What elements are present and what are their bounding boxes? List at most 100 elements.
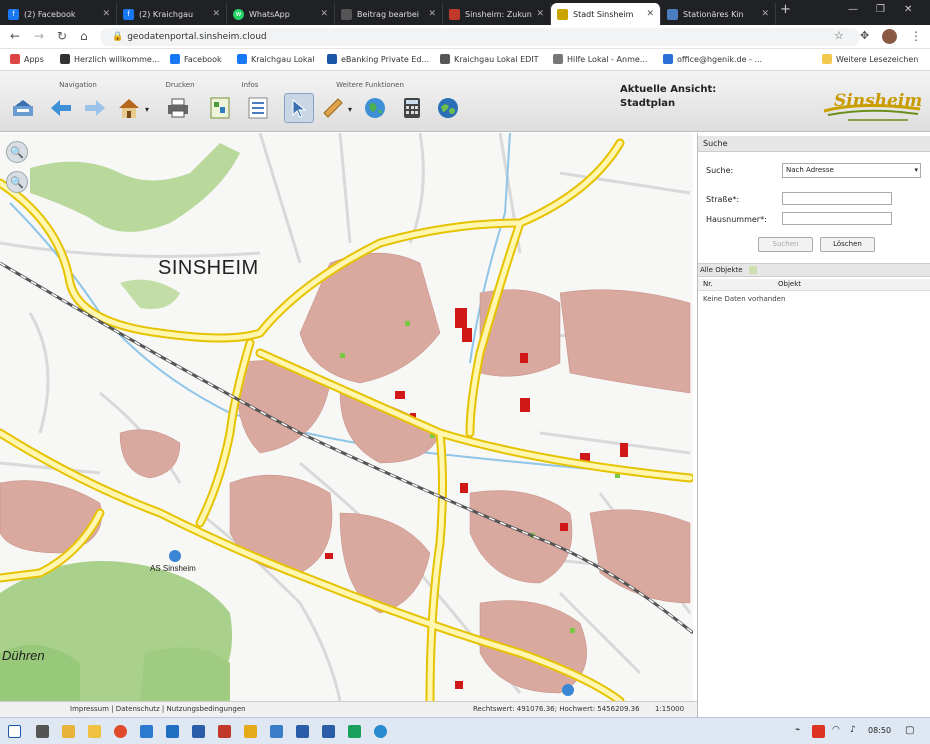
overview-button[interactable] xyxy=(8,93,38,123)
reload-icon[interactable]: ↻ xyxy=(57,29,67,43)
close-icon[interactable]: ✕ xyxy=(536,9,544,19)
house-number-field[interactable] xyxy=(782,212,892,225)
new-tab-button[interactable]: + xyxy=(780,2,791,17)
bookmark-weitere[interactable]: Weitere Lesezeichen xyxy=(822,54,918,64)
app-icon[interactable] xyxy=(140,725,153,738)
forward-icon[interactable]: → xyxy=(34,29,44,43)
file-explorer-icon[interactable] xyxy=(62,725,75,738)
volume-icon[interactable]: ♪ xyxy=(850,725,856,735)
calculator-button[interactable] xyxy=(397,93,427,123)
chevron-down-icon[interactable]: ▾ xyxy=(348,105,352,114)
outlook-icon[interactable] xyxy=(166,725,179,738)
maximize-icon[interactable]: ❐ xyxy=(876,4,885,15)
tab-stadt-sinsheim[interactable]: Stadt Sinsheim ✕ xyxy=(551,3,661,25)
info-list-button[interactable] xyxy=(243,93,273,123)
tray-icon[interactable] xyxy=(812,725,825,738)
acrobat-icon[interactable] xyxy=(218,725,231,738)
bookmark-herzlich[interactable]: Herzlich willkomme... xyxy=(60,54,159,64)
avatar[interactable] xyxy=(882,29,897,44)
close-icon[interactable]: ✕ xyxy=(212,9,220,19)
map-district-label: Dühren xyxy=(2,648,45,663)
document-icon xyxy=(341,8,352,20)
home-button[interactable] xyxy=(114,93,144,123)
site-icon xyxy=(60,54,70,64)
close-icon[interactable]: ✕ xyxy=(761,9,769,19)
word-icon[interactable] xyxy=(322,725,335,738)
lock-icon: 🔒 xyxy=(112,32,124,42)
windows-start-icon[interactable] xyxy=(8,725,21,738)
bookmark-facebook[interactable]: Facebook xyxy=(170,54,222,64)
browser-tab-strip: f (2) Facebook ✕ f (2) Kraichgau ✕ w Whats… xyxy=(0,0,930,25)
close-icon[interactable]: ✕ xyxy=(646,9,654,19)
window-close-icon[interactable]: ✕ xyxy=(904,4,912,15)
search-header: Suche xyxy=(698,136,930,152)
print-button[interactable] xyxy=(163,93,193,123)
bookmark-kraichgau[interactable]: Kraichgau Lokal xyxy=(237,54,315,64)
external-map-button[interactable] xyxy=(433,93,463,123)
task-view-icon[interactable] xyxy=(36,725,49,738)
extensions-icon[interactable]: ✥ xyxy=(860,29,869,42)
word-icon[interactable] xyxy=(296,725,309,738)
facebook-icon: f xyxy=(123,8,134,20)
news-icon xyxy=(449,8,460,20)
bookmark-ebanking[interactable]: eBanking Private Ed... xyxy=(327,54,429,64)
close-icon[interactable]: ✕ xyxy=(102,9,110,19)
measure-button[interactable] xyxy=(318,93,348,123)
tab-facebook[interactable]: f (2) Facebook ✕ xyxy=(2,3,117,25)
select-tool-button[interactable] xyxy=(284,93,314,123)
arrow-left-icon xyxy=(51,100,71,116)
chrome-icon[interactable] xyxy=(114,725,127,738)
tab-stationaeres[interactable]: Stationäres Kin ✕ xyxy=(661,3,776,25)
bookmark-hilfe[interactable]: Hilfe Lokal - Anme... xyxy=(553,54,647,64)
legend-button[interactable] xyxy=(205,93,235,123)
word-icon[interactable] xyxy=(192,725,205,738)
url-field[interactable]: 🔒 geodatenportal.sinsheim.cloud xyxy=(100,28,860,46)
col-objekt: Objekt xyxy=(778,280,802,288)
back-icon[interactable]: ← xyxy=(10,29,20,43)
close-icon[interactable]: ✕ xyxy=(428,9,436,19)
wifi-icon[interactable]: ◠ xyxy=(832,725,840,735)
city-map[interactable]: SINSHEIM Dühren AS Sinsheim 🔍 🔍 xyxy=(0,133,693,701)
earth-icon xyxy=(438,98,458,118)
ruler-icon xyxy=(323,98,343,118)
zoom-out-icon[interactable]: 🔍 xyxy=(6,171,28,193)
tab-whatsapp[interactable]: w WhatsApp ✕ xyxy=(227,3,335,25)
bookmark-apps[interactable]: Apps xyxy=(10,54,44,64)
bookmark-star-icon[interactable]: ☆ xyxy=(834,29,844,42)
clock[interactable]: 08:50 xyxy=(868,726,891,735)
street-field[interactable] xyxy=(782,192,892,205)
minimize-icon[interactable]: — xyxy=(848,4,858,15)
network-icon[interactable]: ⌁ xyxy=(795,725,800,735)
notification-icon[interactable]: ▢ xyxy=(905,725,914,736)
current-view-name: Stadtplan xyxy=(620,98,676,109)
tab-sinsheim-zukunft[interactable]: Sinsheim: Zukun ✕ xyxy=(443,3,551,25)
app-icon[interactable] xyxy=(244,725,257,738)
search-button[interactable]: Suchen xyxy=(758,237,813,252)
tab-kraichgau[interactable]: f (2) Kraichgau ✕ xyxy=(117,3,227,25)
group-drucken: Drucken xyxy=(165,81,195,89)
windows-taskbar: ⌁ ◠ ♪ 08:50 ▢ xyxy=(0,717,930,744)
legal-links[interactable]: Impressum | Datenschutz | Nutzungsbeding… xyxy=(70,705,246,713)
bookmark-kraichgau-edit[interactable]: Kraichgau Lokal EDIT xyxy=(440,54,539,64)
cursor-icon xyxy=(292,98,307,118)
close-icon[interactable]: ✕ xyxy=(320,9,328,19)
tab-beitrag[interactable]: Beitrag bearbei ✕ xyxy=(335,3,443,25)
excel-icon[interactable] xyxy=(348,725,361,738)
clear-button[interactable]: Löschen xyxy=(820,237,875,252)
home-icon[interactable]: ⌂ xyxy=(80,29,88,43)
menu-icon[interactable]: ⋮ xyxy=(910,29,922,43)
edge-icon[interactable] xyxy=(374,725,387,738)
folder-icon[interactable] xyxy=(88,725,101,738)
forward-button[interactable] xyxy=(80,93,110,123)
chevron-down-icon[interactable]: ▾ xyxy=(145,105,149,114)
sinsheim-logo-icon: Sinsheim xyxy=(823,91,922,121)
scale-readout[interactable]: 1:15000 xyxy=(655,705,684,713)
globe-button[interactable] xyxy=(360,93,390,123)
suche-label: Suche: xyxy=(706,166,734,175)
bookmark-office[interactable]: office@hgenik.de - ... xyxy=(663,54,762,64)
back-button[interactable] xyxy=(46,93,76,123)
search-type-select[interactable]: Nach Adresse ▾ xyxy=(782,163,921,178)
calculator-icon xyxy=(404,98,420,118)
app-icon[interactable] xyxy=(270,725,283,738)
zoom-in-icon[interactable]: 🔍 xyxy=(6,141,28,163)
